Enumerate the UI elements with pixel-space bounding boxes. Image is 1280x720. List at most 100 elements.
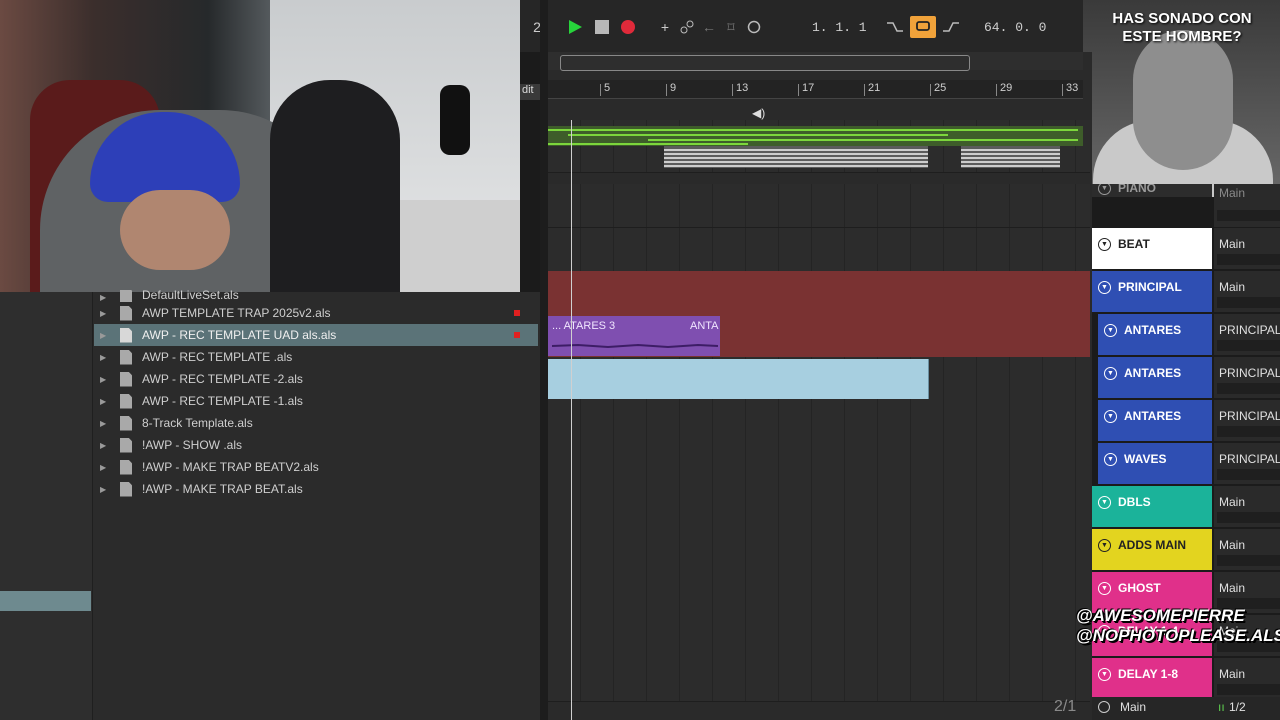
output-channel-slot[interactable] [1217,340,1280,351]
output-routing[interactable]: Main [1214,271,1280,312]
expand-triangle-icon[interactable]: ▶ [100,419,110,428]
overview-loop-region[interactable] [560,55,970,71]
fold-icon[interactable]: ▼ [1098,238,1111,251]
expand-triangle-icon[interactable]: ▶ [100,331,110,340]
fold-icon[interactable]: ▼ [1104,367,1117,380]
fold-icon[interactable]: ▼ [1098,184,1111,195]
song-position[interactable]: 1. 1. 1 [812,20,867,35]
punch-out-button[interactable] [940,16,962,38]
metronome-button[interactable] [745,16,763,38]
file-name: AWP - REC TEMPLATE -2.als [142,372,303,386]
track-header[interactable]: ▼ ANTARES [1098,357,1212,398]
expand-triangle-icon[interactable]: ▶ [100,375,110,384]
track-header[interactable]: ▼ BEAT [1092,228,1212,269]
back-button[interactable]: ← [700,16,718,38]
output-routing[interactable]: PRINCIPAL [1214,314,1280,355]
file-row[interactable]: ▶ !AWP - MAKE TRAP BEAT.als [94,478,538,500]
fold-icon[interactable]: ▼ [1098,281,1111,294]
beat-clip-2[interactable] [961,146,1060,168]
timeline-ruler[interactable]: 5 9 13 17 21 25 29 33 [548,80,1083,99]
loop-length[interactable]: 64. 0. 0 [984,20,1046,35]
output-channel-slot[interactable] [1217,555,1280,566]
track-header[interactable]: ▼ PIANO [1092,184,1212,197]
fold-icon[interactable]: ▼ [1098,539,1111,552]
midi-clip-green[interactable] [548,126,1083,146]
file-row[interactable]: ▶ !AWP - MAKE TRAP BEATV2.als [94,456,538,478]
punch-button[interactable]: ⌑ [722,16,740,38]
output-routing[interactable]: PRINCIPAL [1214,443,1280,484]
output-label: PRINCIPAL [1219,366,1280,380]
track-header[interactable]: ▼ ANTARES [1098,400,1212,441]
loop-button[interactable] [910,16,936,38]
ruler-bar-label: 21 [863,82,881,96]
beat-clip-1[interactable] [664,146,928,168]
output-routing[interactable]: Main [1214,658,1280,699]
track-header[interactable]: ▼ WAVES [1098,443,1212,484]
output-routing[interactable]: Main [1214,228,1280,269]
places-selected-item[interactable] [0,591,91,611]
stop-button[interactable] [592,16,612,38]
audio-clip-blue[interactable] [548,359,929,399]
file-row[interactable]: ▶ AWP - REC TEMPLATE -1.als [94,390,538,412]
main-track-header[interactable]: Main ıı 1/2 [1092,697,1280,720]
track-header[interactable]: ▼ DELAY 1-8 [1092,658,1212,699]
panel-divider[interactable] [540,0,548,720]
lane-delay-1-8[interactable] [548,658,1090,702]
lane-principal[interactable] [548,271,1090,315]
file-row[interactable]: ▶ AWP - REC TEMPLATE .als [94,346,538,368]
lane-adds-main[interactable] [548,529,1090,573]
output-routing[interactable]: Main [1214,529,1280,570]
output-channel-slot[interactable] [1217,254,1280,265]
output-routing[interactable]: PRINCIPAL [1214,400,1280,441]
fold-icon[interactable]: ▼ [1098,496,1111,509]
expand-triangle-icon[interactable]: ▶ [100,293,110,302]
file-row[interactable]: ▶ AWP - REC TEMPLATE -2.als [94,368,538,390]
track-header[interactable]: ▼ PRINCIPAL [1092,271,1212,312]
lane-empty[interactable] [548,184,1090,228]
add-button[interactable]: + [656,16,674,38]
output-routing[interactable]: Main [1214,486,1280,527]
fold-icon[interactable]: ▼ [1104,410,1117,423]
expand-triangle-icon[interactable]: ▶ [100,397,110,406]
output-channel-slot[interactable] [1217,383,1280,394]
output-routing[interactable]: Main [1214,184,1280,227]
output-channel-slot[interactable] [1217,426,1280,437]
track-header[interactable]: ▼ ANTARES [1098,314,1212,355]
expand-triangle-icon[interactable]: ▶ [100,485,110,494]
file-row[interactable]: ▶ !AWP - SHOW .als [94,434,538,456]
expand-triangle-icon[interactable]: ▶ [100,309,110,318]
fold-icon[interactable]: ▼ [1098,582,1111,595]
file-row[interactable]: ▶ AWP - REC TEMPLATE UAD als.als [94,324,538,346]
play-button[interactable] [564,16,586,38]
file-row[interactable]: ▶ DefaultLiveSet.als [94,290,538,302]
punch-in-button[interactable] [884,16,906,38]
output-channel-slot[interactable] [1217,297,1280,308]
expand-triangle-icon[interactable]: ▶ [100,353,110,362]
playhead[interactable] [571,120,572,720]
expand-triangle-icon[interactable]: ▶ [100,441,110,450]
fold-icon[interactable]: ▼ [1098,668,1111,681]
lane-waves[interactable] [548,443,1090,487]
lane-ghost[interactable] [548,572,1090,616]
file-row[interactable]: ▶ 8-Track Template.als [94,412,538,434]
output-routing[interactable]: PRINCIPAL [1214,357,1280,398]
track-header[interactable]: ▼ DBLS [1092,486,1212,527]
output-channel-slot[interactable] [1217,512,1280,523]
output-channel-slot[interactable] [1217,469,1280,480]
lane-beat[interactable] [548,228,1090,272]
expand-triangle-icon[interactable]: ▶ [100,463,110,472]
antares-clip[interactable]: ... ATARES 3 ANTA [548,316,720,356]
edit-tab[interactable]: dit [520,84,540,100]
lane-antares-3[interactable] [548,400,1090,444]
lane-dbls[interactable] [548,486,1090,530]
output-channel-slot[interactable] [1217,210,1280,221]
file-row[interactable]: ▶ AWP TEMPLATE TRAP 2025v2.als [94,302,538,324]
fold-icon[interactable]: ▼ [1104,324,1117,337]
fold-icon[interactable]: ▼ [1104,453,1117,466]
link-button[interactable] [678,16,696,38]
bracket-icon: ⌑ [727,18,735,35]
record-button[interactable] [618,16,638,38]
track-header[interactable]: ▼ ADDS MAIN [1092,529,1212,570]
output-channel-slot[interactable] [1217,684,1280,695]
lane-delay-1-4[interactable] [548,615,1090,659]
